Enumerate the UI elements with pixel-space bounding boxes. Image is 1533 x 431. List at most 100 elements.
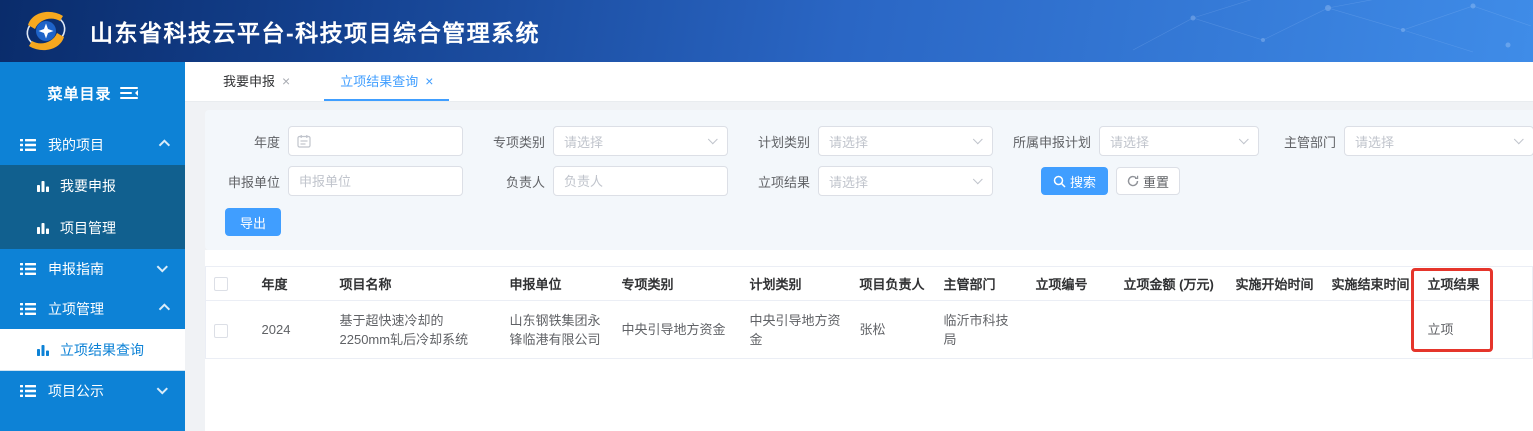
filter-declare-unit: 申报单位 xyxy=(225,166,463,196)
column-header: 实施开始时间 xyxy=(1228,267,1324,301)
tab-bar: 我要申报 × 立项结果查询 × xyxy=(185,62,1533,102)
select-placeholder: 请选择 xyxy=(1355,132,1394,151)
bar-chart-icon xyxy=(36,343,50,357)
search-button[interactable]: 搜索 xyxy=(1041,167,1108,195)
tab-approval-result-query[interactable]: 立项结果查询 × xyxy=(324,62,449,101)
list-icon xyxy=(20,302,36,316)
tab-declare[interactable]: 我要申报 × xyxy=(207,62,306,101)
sidebar-item-label: 项目管理 xyxy=(60,218,116,238)
filter-plan-category: 计划类别 请选择 xyxy=(758,126,993,156)
search-icon xyxy=(1053,175,1066,188)
column-header: 计划类别 xyxy=(742,267,852,301)
select-placeholder: 请选择 xyxy=(564,132,603,151)
cell-plan-category: 中央引导地方资金 xyxy=(742,301,852,359)
cell-special-category: 中央引导地方资金 xyxy=(614,301,742,359)
cell-project-number xyxy=(1028,301,1116,359)
cell-project-name: 基于超快速冷却的2250mm轧后冷却系统 xyxy=(332,301,502,359)
menu-fold-icon[interactable] xyxy=(120,87,138,100)
export-button[interactable]: 导出 xyxy=(225,208,281,236)
special-category-select[interactable]: 请选择 xyxy=(553,126,728,156)
tab-label: 我要申报 xyxy=(223,71,275,90)
sidebar-item-declare[interactable]: 我要申报 xyxy=(0,165,185,207)
app-header: 山东省科技云平台-科技项目综合管理系统 xyxy=(0,0,1533,62)
export-button-label: 导出 xyxy=(240,213,266,232)
select-all-checkbox[interactable] xyxy=(214,277,228,291)
bar-chart-icon xyxy=(36,221,50,235)
reset-button-label: 重置 xyxy=(1143,172,1169,191)
cell-amount xyxy=(1116,301,1228,359)
year-date-input[interactable] xyxy=(288,126,463,156)
authority-label: 主管部门 xyxy=(1281,132,1336,151)
special-category-label: 专项类别 xyxy=(493,132,545,151)
filter-authority: 主管部门 请选择 xyxy=(1281,126,1533,156)
chevron-down-icon xyxy=(1514,134,1524,144)
declare-plan-label: 所属申报计划 xyxy=(1011,132,1091,151)
main-area: 我要申报 × 立项结果查询 × 年度 xyxy=(185,62,1533,431)
declare-unit-input[interactable] xyxy=(288,166,463,196)
column-header: 实施结束时间 xyxy=(1324,267,1420,301)
column-header: 主管部门 xyxy=(936,267,1028,301)
select-placeholder: 请选择 xyxy=(1110,132,1149,151)
plan-category-select[interactable]: 请选择 xyxy=(818,126,993,156)
plan-category-label: 计划类别 xyxy=(758,132,810,151)
sidebar-item-label: 立项结果查询 xyxy=(60,340,144,360)
sidebar-item-my-projects[interactable]: 我的项目 xyxy=(0,125,185,165)
network-pattern-decoration xyxy=(1113,0,1533,62)
sidebar-item-label: 我要申报 xyxy=(60,176,116,196)
table-header-row: 年度 项目名称 申报单位 专项类别 计划类别 项目负责人 主管部门 立项编号 立… xyxy=(206,267,1533,301)
app-title: 山东省科技云平台-科技项目综合管理系统 xyxy=(90,14,540,48)
chevron-up-icon xyxy=(159,139,170,150)
table-row: 2024 基于超快速冷却的2250mm轧后冷却系统 山东钢铁集团永锋临港有限公司… xyxy=(206,301,1533,359)
menu-directory-title: 菜单目录 xyxy=(47,83,111,104)
select-placeholder: 请选择 xyxy=(829,132,868,151)
cell-end-date xyxy=(1324,301,1420,359)
tab-close-icon[interactable]: × xyxy=(425,74,433,88)
select-placeholder: 请选择 xyxy=(829,172,868,191)
content-area: 年度 专项类别 请选择 xyxy=(185,102,1533,431)
sidebar-item-declare-guide[interactable]: 申报指南 xyxy=(0,249,185,289)
reset-button[interactable]: 重置 xyxy=(1116,167,1180,195)
sidebar: 菜单目录 我的项目 我要申报 xyxy=(0,62,185,431)
leader-label: 负责人 xyxy=(493,172,545,191)
authority-select[interactable]: 请选择 xyxy=(1344,126,1533,156)
filter-panel: 年度 专项类别 请选择 xyxy=(205,110,1533,250)
cell-authority: 临沂市科技局 xyxy=(936,301,1028,359)
cell-leader: 张松 xyxy=(852,301,936,359)
column-header: 年度 xyxy=(254,267,332,301)
calendar-icon xyxy=(297,134,311,148)
submenu-approval-management: 立项结果查询 xyxy=(0,329,185,371)
submenu-my-projects: 我要申报 项目管理 xyxy=(0,165,185,249)
leader-input[interactable] xyxy=(553,166,728,196)
list-icon xyxy=(20,262,36,276)
column-header: 项目负责人 xyxy=(852,267,936,301)
filter-year: 年度 xyxy=(225,126,463,156)
chevron-down-icon xyxy=(973,134,983,144)
cell-declare-unit: 山东钢铁集团永锋临港有限公司 xyxy=(502,301,614,359)
year-label: 年度 xyxy=(225,132,280,151)
sidebar-item-project-management[interactable]: 项目管理 xyxy=(0,207,185,249)
project-result-select[interactable]: 请选择 xyxy=(818,166,993,196)
column-header: 立项结果 xyxy=(1420,267,1533,301)
declare-plan-select[interactable]: 请选择 xyxy=(1099,126,1259,156)
result-table-panel: 年度 项目名称 申报单位 专项类别 计划类别 项目负责人 主管部门 立项编号 立… xyxy=(205,250,1533,431)
result-table: 年度 项目名称 申报单位 专项类别 计划类别 项目负责人 主管部门 立项编号 立… xyxy=(205,266,1533,359)
filter-project-result: 立项结果 请选择 xyxy=(758,166,993,196)
chevron-down-icon xyxy=(973,174,983,184)
cell-year: 2024 xyxy=(254,301,332,359)
column-header: 项目名称 xyxy=(332,267,502,301)
chevron-down-icon xyxy=(708,134,718,144)
sidebar-item-approval-management[interactable]: 立项管理 xyxy=(0,289,185,329)
refresh-icon xyxy=(1127,175,1139,187)
sidebar-item-project-publicity[interactable]: 项目公示 xyxy=(0,371,185,411)
bar-chart-icon xyxy=(36,179,50,193)
sidebar-item-label: 立项管理 xyxy=(48,299,159,319)
row-checkbox[interactable] xyxy=(214,324,228,338)
chevron-down-icon xyxy=(1239,134,1249,144)
sidebar-item-approval-result-query[interactable]: 立项结果查询 xyxy=(0,329,185,371)
column-header: 立项金额 (万元) xyxy=(1116,267,1228,301)
sidebar-item-label: 我的项目 xyxy=(48,135,159,155)
tab-close-icon[interactable]: × xyxy=(282,74,290,88)
tab-label: 立项结果查询 xyxy=(340,71,418,90)
sidebar-item-label: 申报指南 xyxy=(48,259,159,279)
project-result-label: 立项结果 xyxy=(758,172,810,191)
